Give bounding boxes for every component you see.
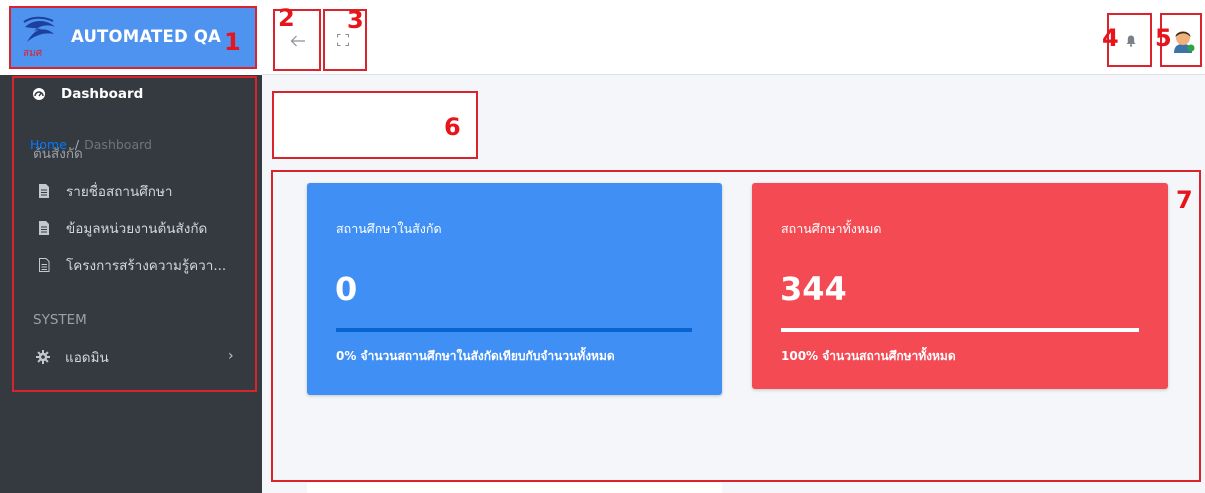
annotation-number-6: 6 [444,113,461,141]
top-navbar [262,0,1205,75]
brand-title: AUTOMATED QA [71,27,222,46]
page-title: Dashboard [29,106,158,130]
breadcrumb-home-link[interactable]: Home [30,137,67,152]
annotation-number-4: 4 [1102,24,1119,52]
brand-link[interactable]: สมศ AUTOMATED QA [9,6,257,69]
annotation-number-3: 3 [347,6,364,34]
annotation-number-1: 1 [224,28,241,56]
annotation-box-main [271,170,1201,482]
card-footer-strip [307,483,722,493]
breadcrumb: Home / Dashboard [30,137,152,152]
annotation-number-5: 5 [1155,24,1172,52]
brand-logo-text: สมศ [23,48,43,59]
breadcrumb-current: Dashboard [84,137,152,152]
breadcrumb-separator: / [74,137,80,152]
brand-logo: สมศ [21,15,59,61]
arrow-left-icon [290,35,306,50]
sidebar: สมศ AUTOMATED QA Dashboard ต้นสังกัด ราย… [0,0,262,493]
expand-icon [336,33,350,49]
brand-area: สมศ AUTOMATED QA [0,0,262,75]
annotation-number-2: 2 [278,4,295,32]
annotation-number-7: 7 [1176,186,1193,214]
bell-icon [1126,35,1136,50]
user-avatar [1170,27,1196,56]
